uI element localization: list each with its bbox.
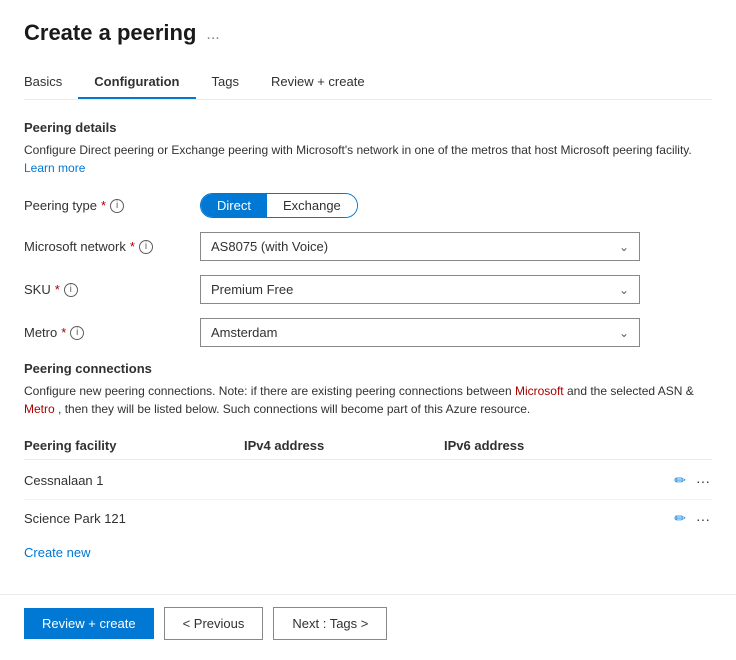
peering-connections-section: Peering connections Configure new peerin… (24, 361, 712, 560)
row-actions-cessnalaan: ✏ ··· (652, 470, 712, 491)
facility-cessnalaan: Cessnalaan 1 (24, 473, 244, 488)
metro-dropdown[interactable]: Amsterdam ⌄ (200, 318, 640, 347)
toggle-direct[interactable]: Direct (201, 194, 267, 217)
tab-review-create[interactable]: Review + create (255, 66, 381, 99)
col-header-ipv6: IPv6 address (444, 438, 652, 453)
sku-row: SKU * i Premium Free ⌄ (24, 275, 712, 304)
peering-type-info-icon[interactable]: i (110, 199, 124, 213)
more-sciencepark-button[interactable]: ··· (694, 509, 712, 529)
highlight-microsoft: Microsoft (515, 384, 564, 398)
sku-value: Premium Free (211, 282, 293, 297)
peering-connections-desc: Configure new peering connections. Note:… (24, 382, 712, 418)
metro-info-icon[interactable]: i (70, 326, 84, 340)
metro-chevron-icon: ⌄ (619, 326, 629, 340)
sku-info-icon[interactable]: i (64, 283, 78, 297)
col-header-facility: Peering facility (24, 438, 244, 453)
review-create-button[interactable]: Review + create (24, 608, 154, 639)
next-button[interactable]: Next : Tags > (273, 607, 387, 640)
peering-connections-title: Peering connections (24, 361, 712, 376)
connections-table-header: Peering facility IPv4 address IPv6 addre… (24, 432, 712, 460)
microsoft-network-dropdown[interactable]: AS8075 (with Voice) ⌄ (200, 232, 640, 261)
metro-row: Metro * i Amsterdam ⌄ (24, 318, 712, 347)
row-actions-sciencepark: ✏ ··· (652, 508, 712, 529)
metro-label: Metro * i (24, 325, 184, 340)
microsoft-network-info-icon[interactable]: i (139, 240, 153, 254)
microsoft-network-label: Microsoft network * i (24, 239, 184, 254)
metro-value: Amsterdam (211, 325, 277, 340)
microsoft-network-row: Microsoft network * i AS8075 (with Voice… (24, 232, 712, 261)
table-row: Science Park 121 ✏ ··· (24, 500, 712, 537)
microsoft-network-value: AS8075 (with Voice) (211, 239, 328, 254)
peering-details-section: Peering details Configure Direct peering… (24, 120, 712, 347)
peering-details-desc: Configure Direct peering or Exchange pee… (24, 141, 712, 177)
tab-tags[interactable]: Tags (196, 66, 255, 99)
col-header-actions (652, 438, 712, 453)
sku-required: * (55, 282, 60, 297)
edit-sciencepark-button[interactable]: ✏ (672, 508, 688, 529)
learn-more-link[interactable]: Learn more (24, 161, 85, 175)
microsoft-network-chevron-icon: ⌄ (619, 240, 629, 254)
create-new-link[interactable]: Create new (24, 545, 90, 560)
sku-chevron-icon: ⌄ (619, 283, 629, 297)
highlight-metro: Metro (24, 402, 55, 416)
previous-button[interactable]: < Previous (164, 607, 264, 640)
facility-sciencepark: Science Park 121 (24, 511, 244, 526)
peering-type-toggle: Direct Exchange (200, 193, 358, 218)
peering-type-required: * (101, 198, 106, 213)
tab-basics[interactable]: Basics (24, 66, 78, 99)
peering-details-title: Peering details (24, 120, 712, 135)
table-row: Cessnalaan 1 ✏ ··· (24, 462, 712, 500)
sku-dropdown[interactable]: Premium Free ⌄ (200, 275, 640, 304)
toggle-exchange[interactable]: Exchange (267, 194, 357, 217)
edit-cessnalaan-button[interactable]: ✏ (672, 470, 688, 491)
microsoft-network-required: * (130, 239, 135, 254)
metro-required: * (61, 325, 66, 340)
tab-configuration[interactable]: Configuration (78, 66, 195, 99)
footer: Review + create < Previous Next : Tags > (0, 594, 736, 652)
more-cessnalaan-button[interactable]: ··· (694, 471, 712, 491)
sku-label: SKU * i (24, 282, 184, 297)
peering-type-label: Peering type * i (24, 198, 184, 213)
tab-bar: Basics Configuration Tags Review + creat… (24, 66, 712, 100)
peering-type-row: Peering type * i Direct Exchange (24, 193, 712, 218)
col-header-ipv4: IPv4 address (244, 438, 444, 453)
page-title: Create a peering (24, 20, 196, 46)
page-options-icon[interactable]: ... (206, 26, 219, 44)
